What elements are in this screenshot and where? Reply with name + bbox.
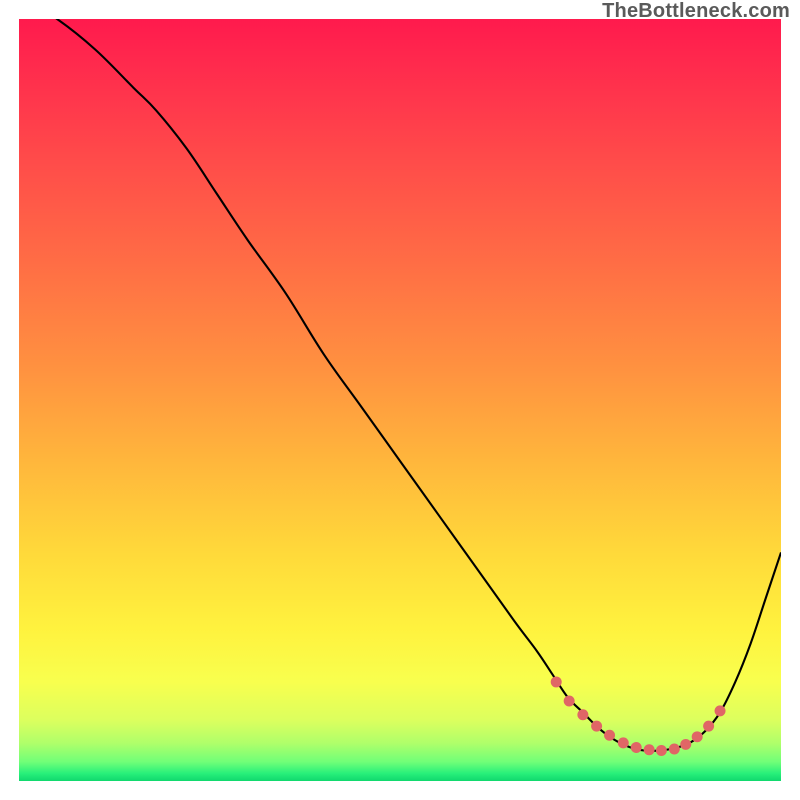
marker-dot: [631, 742, 642, 753]
marker-dot: [669, 744, 680, 755]
chart-stage: TheBottleneck.com: [0, 0, 800, 800]
marker-dot: [715, 705, 726, 716]
marker-dot: [577, 709, 588, 720]
marker-dot: [703, 721, 714, 732]
marker-dot: [680, 739, 691, 750]
optimal-zone-markers: [551, 676, 726, 756]
marker-dot: [692, 731, 703, 742]
plot-area: [19, 19, 781, 781]
bottleneck-curve: [19, 19, 781, 751]
marker-dot: [551, 676, 562, 687]
marker-dot: [591, 721, 602, 732]
marker-dot: [618, 737, 629, 748]
marker-dot: [644, 744, 655, 755]
marker-dot: [656, 745, 667, 756]
chart-svg: [19, 19, 781, 781]
marker-dot: [604, 730, 615, 741]
attribution-label: TheBottleneck.com: [602, 0, 790, 23]
marker-dot: [564, 696, 575, 707]
